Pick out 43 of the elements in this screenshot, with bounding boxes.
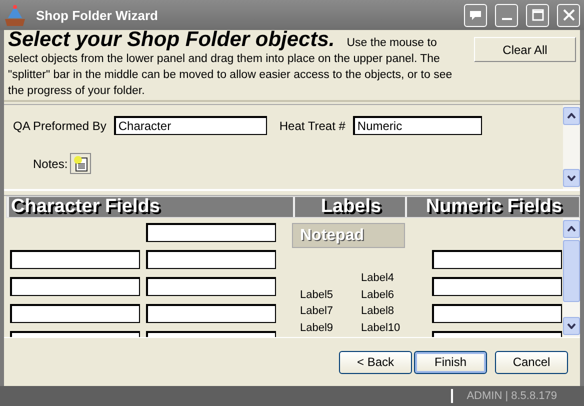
label-object[interactable]: Label6 — [361, 288, 413, 305]
text-field[interactable] — [432, 277, 562, 296]
text-field[interactable] — [10, 277, 140, 296]
scroll-thumb[interactable] — [563, 240, 580, 302]
window-title: Shop Folder Wizard — [36, 8, 159, 22]
label-object[interactable]: Label8 — [361, 305, 413, 322]
text-field[interactable] — [432, 250, 562, 269]
label-object[interactable]: Label5 — [300, 288, 361, 305]
label-object[interactable]: Label7 — [300, 305, 361, 322]
text-field[interactable] — [10, 304, 140, 323]
label-object[interactable]: Label9 — [300, 322, 361, 337]
text-field[interactable] — [10, 250, 140, 269]
notepad-icon[interactable] — [70, 153, 91, 174]
notes-label: Notes: — [33, 156, 68, 170]
scrollbar[interactable] — [563, 105, 580, 189]
text-field[interactable] — [146, 304, 276, 323]
scroll-down-icon[interactable] — [563, 169, 580, 187]
text-field[interactable] — [146, 223, 276, 242]
text-field[interactable] — [146, 277, 276, 296]
label-object[interactable]: Label10 — [361, 322, 413, 337]
wizard-button[interactable]: < Back — [339, 350, 412, 374]
field-label: QA Preformed By — [13, 118, 106, 132]
scroll-down-icon[interactable] — [563, 317, 580, 335]
wizard-button[interactable]: Finish — [414, 350, 487, 374]
status-text: ADMIN | 8.5.8.179 — [466, 390, 557, 402]
wizard-button[interactable]: Cancel — [495, 350, 568, 374]
text-field[interactable]: Numeric — [353, 116, 482, 135]
instructions-text: Select your Shop Folder objects. Use the mouse to select objects from the lower panel and drag them into place on the upper panel. The "splitter" bar in the middle can be moved to allow easier access to the objects, or to see the progress of your folder. — [8, 32, 454, 99]
maximize-icon[interactable] — [526, 4, 549, 26]
column-header: Labels — [293, 197, 405, 217]
minimize-icon[interactable] — [495, 4, 518, 26]
label-object[interactable]: Label4 — [361, 272, 413, 288]
scroll-up-icon[interactable] — [563, 107, 580, 125]
text-field[interactable]: Character — [114, 116, 268, 135]
text-field[interactable] — [146, 250, 276, 269]
clear-all-button[interactable]: Clear All — [474, 37, 576, 62]
scroll-up-icon[interactable] — [563, 220, 580, 238]
help-icon[interactable] — [464, 4, 487, 26]
field-label: Heat Treat # — [279, 118, 346, 132]
column-header: Character Fields — [7, 197, 293, 217]
text-field[interactable] — [432, 304, 562, 323]
close-icon[interactable] — [557, 4, 580, 26]
scrollbar[interactable] — [563, 218, 580, 337]
